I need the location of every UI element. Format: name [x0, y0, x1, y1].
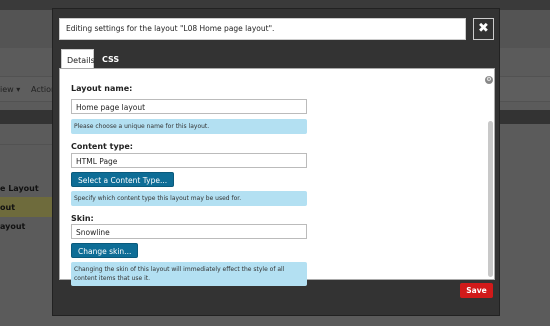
gear-icon[interactable]: ⚙: [485, 76, 493, 84]
skin-label: Skin:: [71, 214, 94, 223]
close-icon: ✖: [478, 21, 489, 36]
layout-name-help: Please choose a unique name for this lay…: [71, 119, 307, 134]
background-table-row: e Layout: [0, 184, 39, 193]
edit-layout-dialog: Editing settings for the layout "L08 Hom…: [52, 8, 500, 316]
content-type-input[interactable]: HTML Page: [71, 153, 307, 168]
layout-name-label: Layout name:: [71, 84, 133, 93]
background-view-menu: iew ▾: [0, 85, 21, 94]
tab-details[interactable]: Details: [61, 49, 95, 69]
skin-help: Changing the skin of this layout will im…: [71, 262, 307, 286]
save-button[interactable]: Save: [460, 283, 493, 298]
details-panel: ⚙ Layout name: Home page layout Please c…: [59, 68, 495, 286]
content-type-label: Content type:: [71, 142, 134, 151]
layout-name-input[interactable]: Home page layout: [71, 99, 307, 114]
dialog-title: Editing settings for the layout "L08 Hom…: [59, 18, 466, 40]
skin-input[interactable]: Snowline: [71, 224, 307, 239]
close-button[interactable]: ✖: [473, 18, 494, 40]
tab-css[interactable]: CSS: [97, 49, 124, 69]
panel-scrollbar[interactable]: [488, 121, 493, 277]
content-type-help: Specify which content type this layout m…: [71, 191, 307, 206]
background-table-row: ayout: [0, 222, 26, 231]
background-table-row-selected: out: [0, 197, 52, 217]
change-skin-button[interactable]: Change skin...: [71, 243, 139, 258]
select-content-type-button[interactable]: Select a Content Type...: [71, 172, 175, 187]
background-divider: [0, 144, 52, 145]
